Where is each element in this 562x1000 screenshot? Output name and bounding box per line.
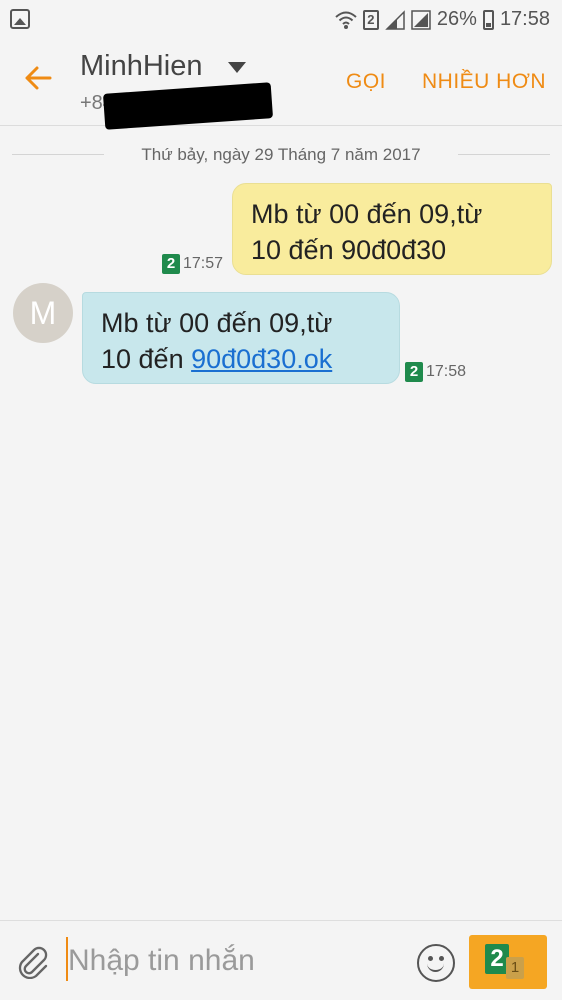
date-separator: Thứ bảy, ngày 29 Tháng 7 năm 2017	[12, 143, 550, 167]
more-button[interactable]: NHIỀU HƠN	[422, 70, 546, 94]
signal-sim2-icon	[411, 9, 431, 30]
battery-percent: 26%	[436, 8, 477, 30]
wifi-icon	[335, 11, 357, 29]
sim-indicator-icon: 2	[362, 9, 379, 30]
attachment-icon[interactable]	[16, 945, 50, 979]
send-button[interactable]: 2 1	[469, 935, 547, 989]
message-composer: 2 1	[0, 920, 562, 1000]
message-link[interactable]: 90đ0đ30.ok	[191, 344, 332, 374]
signal-sim1-icon	[385, 9, 405, 30]
message-meta: 2 17:57	[162, 254, 223, 274]
conversation-header: MinhHien +84984388732 GỌI NHIỀU HƠN	[0, 40, 562, 130]
message-time: 17:57	[183, 255, 224, 272]
status-icons: 2 26% 17:58	[335, 8, 550, 31]
gallery-notification-icon	[10, 9, 30, 29]
contact-name[interactable]: MinhHien	[80, 50, 203, 83]
sim2-icon: 2	[162, 254, 180, 274]
redaction-mark	[102, 82, 274, 130]
message-input[interactable]	[68, 939, 398, 983]
message-text-prefix: 10 đến	[101, 344, 192, 374]
message-text-line: Mb từ 00 đến 09,từ	[251, 199, 483, 229]
battery-icon	[482, 9, 494, 30]
send-sim1-icon: 1	[506, 957, 524, 979]
clock: 17:58	[499, 8, 550, 30]
message-time: 17:58	[426, 363, 467, 380]
message-text-line: 10 đến 90đ0đ30.ok	[101, 341, 381, 377]
avatar[interactable]: M	[13, 283, 73, 343]
outgoing-message-bubble[interactable]: Mb từ 00 đến 09,từ 10 đến 90đ0đ30	[232, 183, 552, 275]
back-arrow-icon[interactable]	[22, 62, 54, 94]
sim2-icon: 2	[405, 362, 423, 382]
status-bar: 2 26% 17:58	[0, 0, 562, 40]
message-text-line: Mb từ 00 đến 09,từ	[101, 308, 333, 338]
date-label: Thứ bảy, ngày 29 Tháng 7 năm 2017	[141, 145, 421, 164]
emoji-icon[interactable]	[417, 944, 455, 982]
message-meta: 2 17:58	[405, 362, 466, 382]
message-text-line: 10 đến 90đ0đ30	[251, 235, 447, 265]
call-button[interactable]: GỌI	[346, 70, 386, 94]
incoming-message-bubble[interactable]: Mb từ 00 đến 09,từ 10 đến 90đ0đ30.ok	[82, 292, 400, 384]
divider	[458, 154, 550, 155]
chevron-down-icon[interactable]	[228, 62, 246, 73]
